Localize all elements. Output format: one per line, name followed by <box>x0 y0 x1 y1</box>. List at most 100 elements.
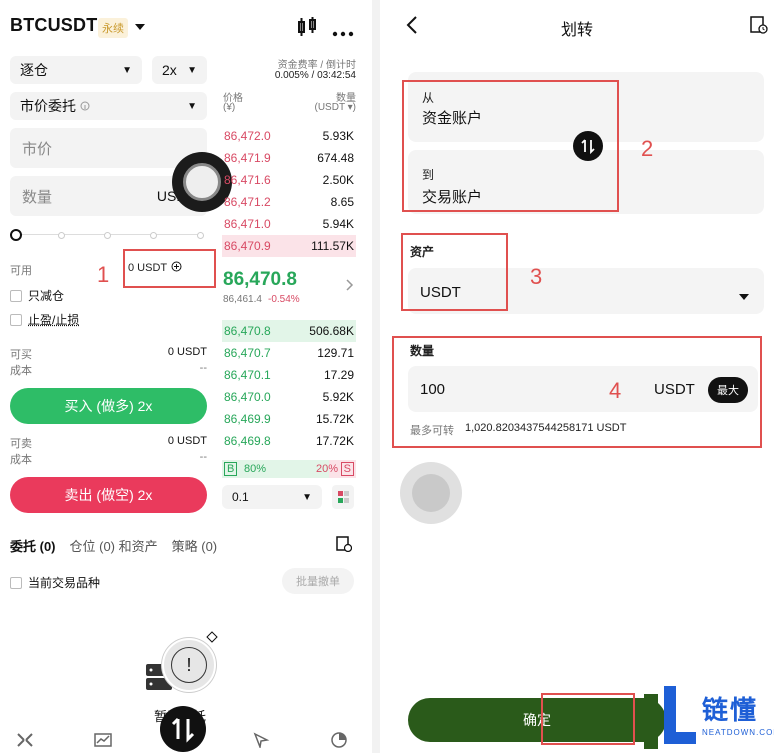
can-buy-value: 0 USDT <box>167 346 207 358</box>
ask-row[interactable]: 86,471.2 8.65 <box>222 191 356 213</box>
kline-icon[interactable] <box>296 17 318 42</box>
reduce-only-checkbox[interactable]: 只减仓 <box>10 287 64 304</box>
can-sell-value: 0 USDT <box>167 435 207 447</box>
bid-qty: 17.72K <box>315 434 354 448</box>
depth-step-value: 0.1 <box>232 490 249 504</box>
tab-strategies[interactable]: 策略 (0) <box>172 536 218 555</box>
sell-ratio: 20% <box>315 463 338 475</box>
bid-price: 86,470.8 <box>224 324 271 338</box>
transfer-history-icon[interactable] <box>750 16 768 39</box>
batch-cancel-button[interactable]: 批量撤单 <box>282 568 354 594</box>
page-title: 划转 <box>560 22 593 39</box>
tab-orders[interactable]: 委托 (0) <box>10 536 56 555</box>
annotation-number-1: 1 <box>97 262 110 287</box>
order-history-icon[interactable] <box>336 536 353 557</box>
current-symbol-checkbox[interactable]: 当前交易品种 <box>10 574 100 591</box>
ask-row[interactable]: 86,472.0 5.93K <box>222 125 356 147</box>
funding-value: 0.005% / 03:42:54 <box>274 70 356 81</box>
reduce-only-label: 只减仓 <box>28 289 65 303</box>
symbol-dropdown-icon[interactable] <box>134 19 146 37</box>
buy-sell-ratio-bar: B 80% 20% S <box>222 460 356 478</box>
leverage-value: 2x <box>162 62 177 78</box>
transfer-pane: 划转 从 资金账户 到 交易账户 2 资产 USDT 3 数量 100 USDT… <box>380 0 774 753</box>
ask-qty: 8.65 <box>330 195 354 209</box>
leverage-select[interactable]: 2x ▼ <box>152 56 207 84</box>
buy-long-button[interactable]: 买入 (做多) 2x <box>10 388 207 424</box>
bid-row[interactable]: 86,469.8 17.72K <box>222 430 356 452</box>
ob-price-unit: (¥) <box>223 102 236 113</box>
markets-icon[interactable] <box>94 732 112 748</box>
margin-mode-select[interactable]: 逐仓 ▼ <box>10 56 142 84</box>
watermark-url: NEATDOWN.COM <box>702 728 774 737</box>
bid-row[interactable]: 86,470.7 129.71 <box>222 342 356 364</box>
bid-row[interactable]: 86,469.9 15.72K <box>222 408 356 430</box>
bid-row[interactable]: 86,470.0 5.92K <box>222 386 356 408</box>
amount-slider[interactable] <box>10 228 207 242</box>
can-buy-label: 可买 <box>10 349 32 361</box>
scroll-handle <box>644 694 658 749</box>
perpetual-badge: 永续 <box>98 18 128 38</box>
ask-price: 86,470.9 <box>224 239 271 253</box>
annotation-box-2 <box>402 80 619 212</box>
ask-price: 86,471.9 <box>224 151 271 165</box>
ask-qty: 674.48 <box>317 151 354 165</box>
depth-step-select[interactable]: 0.1 ▼ <box>222 485 322 509</box>
watermark-brand: 链懂 <box>702 695 759 725</box>
ob-qty-unit[interactable]: (USDT ▾) <box>290 102 357 113</box>
bid-row[interactable]: 86,470.1 17.29 <box>222 364 356 386</box>
chevron-down-icon: ▼ <box>122 64 132 76</box>
order-type-select[interactable]: 市价委托 ▼ <box>10 92 207 120</box>
orderbook-layout-icon[interactable] <box>332 485 354 509</box>
info-icon[interactable] <box>80 98 90 114</box>
annotation-number-3: 3 <box>530 264 543 289</box>
ask-row[interactable]: 86,471.9 674.48 <box>222 147 356 169</box>
margin-mode-value: 逐仓 <box>20 62 48 78</box>
bid-row[interactable]: 86,470.8 506.68K <box>222 320 356 342</box>
ask-qty: 5.94K <box>322 217 354 231</box>
home-icon[interactable] <box>16 732 34 748</box>
available-label: 可用 <box>10 265 32 277</box>
chevron-down-icon: ▼ <box>187 64 197 76</box>
buy-indicator: B <box>224 462 238 476</box>
trade-nav-button[interactable] <box>160 706 206 752</box>
symbol-title[interactable]: BTCUSDT <box>10 15 97 36</box>
checkbox-icon <box>10 576 22 589</box>
price-input[interactable]: 市价 <box>10 128 207 168</box>
touch-indicator-2 <box>400 462 462 524</box>
chevron-down-icon[interactable] <box>738 288 750 306</box>
chevron-down-icon: ▼ <box>187 100 197 112</box>
can-sell-label: 可卖 <box>10 438 32 450</box>
ask-row[interactable]: 86,471.6 2.50K <box>222 169 356 191</box>
cost-label-2: 成本 <box>10 454 32 466</box>
trading-pane: BTCUSDT 永续 逐仓 ▼ 2x ▼ 资金费率 / 倒计时 0.005% /… <box>0 0 372 753</box>
annotation-number-2: 2 <box>641 136 654 161</box>
bid-qty: 17.29 <box>323 368 354 382</box>
tp-sl-label: 止盈/止损 <box>28 313 80 327</box>
chevron-down-icon: ▼ <box>302 491 312 503</box>
order-type-value: 市价委托 <box>20 98 76 114</box>
ask-qty: 111.57K <box>311 239 354 253</box>
tp-sl-checkbox[interactable]: 止盈/止损 <box>10 311 79 328</box>
ask-price: 86,471.6 <box>224 173 271 187</box>
sell-indicator: S <box>340 462 354 476</box>
quantity-placeholder: 数量 <box>22 188 53 206</box>
bid-qty: 15.72K <box>315 412 354 426</box>
annotation-box-3 <box>401 233 508 311</box>
bid-qty: 506.68K <box>309 324 354 338</box>
more-icon[interactable] <box>332 24 354 42</box>
bid-qty: 5.92K <box>322 390 354 404</box>
discover-icon[interactable] <box>252 732 270 750</box>
ask-row[interactable]: 86,471.0 5.94K <box>222 213 356 235</box>
order-tabs: 委托 (0) 仓位 (0) 和资产 策略 (0) <box>10 536 217 555</box>
ask-row[interactable]: 86,470.9 111.57K <box>222 235 356 257</box>
sell-short-button[interactable]: 卖出 (做空) 2x <box>10 477 207 513</box>
chevron-right-icon[interactable] <box>346 278 354 296</box>
funding-label: 资金费率 / 倒计时 <box>277 60 356 71</box>
annotation-box-4 <box>392 336 762 448</box>
annotation-box-1 <box>123 249 216 288</box>
assets-icon[interactable] <box>330 732 348 748</box>
bid-price: 86,470.0 <box>224 390 271 404</box>
buy-ratio: 80% <box>244 463 267 475</box>
tab-positions[interactable]: 仓位 (0) 和资产 <box>70 536 158 555</box>
pane-divider <box>372 0 380 753</box>
